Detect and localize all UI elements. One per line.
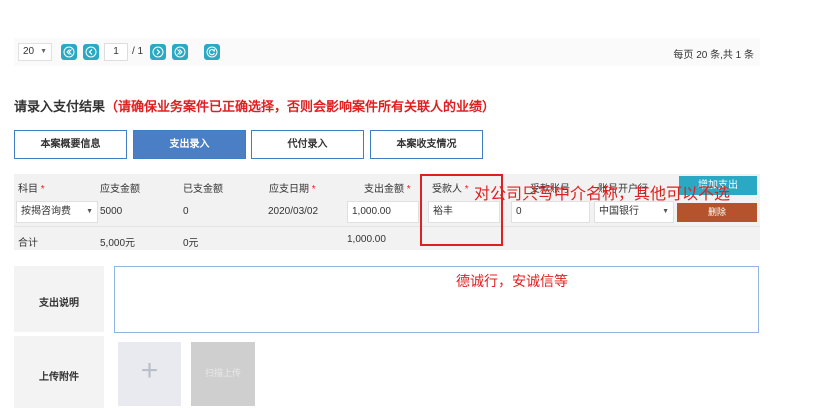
delete-button[interactable]: 删除 — [677, 203, 757, 222]
tab-expense-entry[interactable]: 支出录入 — [133, 130, 246, 159]
pagination-bar: 20 ▼ 1 / 1 每页 20 条,共 1 条 — [14, 38, 760, 66]
col-due-date: 应支日期 * — [269, 184, 316, 195]
total-label: 合计 — [18, 238, 38, 249]
section-title-text: 请录入支付结果 — [14, 99, 106, 114]
first-page-icon — [63, 46, 75, 58]
annotation-note-payee: 对公司只写中介名称，其他可以不选 — [474, 186, 731, 203]
col-amount-label: 支出金额 — [364, 184, 404, 195]
due-date-value: 2020/03/02 — [268, 206, 319, 217]
tab-proxy-payment[interactable]: 代付录入 — [251, 130, 364, 159]
add-attachment-button[interactable]: + — [118, 342, 181, 406]
next-page-icon — [152, 46, 164, 58]
total-amount: 1,000.00 — [347, 234, 386, 245]
amount-input[interactable]: 1,000.00 — [347, 201, 419, 223]
description-label: 支出说明 — [39, 298, 79, 309]
prev-page-button[interactable] — [83, 44, 99, 60]
col-paid: 已支金额 — [183, 184, 223, 195]
account-input[interactable]: 0 — [511, 201, 590, 223]
prev-page-icon — [85, 46, 97, 58]
paid-value: 0 — [183, 206, 189, 217]
payable-value: 5000 — [100, 206, 123, 217]
upload-label: 上传附件 — [39, 372, 79, 383]
col-subject-label: 科目 — [18, 184, 38, 195]
last-page-button[interactable] — [172, 44, 188, 60]
page-size-select[interactable]: 20 ▼ — [18, 43, 52, 61]
first-page-button[interactable] — [61, 44, 77, 60]
bank-value: 中国银行 — [599, 206, 639, 217]
scan-upload-button[interactable]: 扫描上传 — [191, 342, 255, 406]
chevron-down-icon: ▼ — [662, 208, 669, 215]
total-paid: 0元 — [183, 238, 199, 249]
col-due-date-label: 应支日期 — [269, 184, 309, 195]
chevron-down-icon: ▼ — [40, 48, 47, 55]
chevron-down-icon: ▼ — [86, 208, 93, 215]
total-pages: / 1 — [132, 46, 144, 57]
refresh-button[interactable] — [204, 44, 220, 60]
description-textarea[interactable] — [114, 266, 759, 333]
last-page-icon — [174, 46, 186, 58]
current-page-input[interactable]: 1 — [104, 43, 128, 61]
tab-case-summary[interactable]: 本案概要信息 — [14, 130, 127, 159]
col-payable: 应支金额 — [100, 184, 140, 195]
col-amount: 支出金额 * — [364, 184, 411, 195]
total-payable: 5,000元 — [100, 238, 136, 249]
pagination-summary: 每页 20 条,共 1 条 — [673, 50, 754, 61]
bank-select[interactable]: 中国银行 ▼ — [594, 201, 674, 223]
subject-value: 按揭咨询费 — [21, 206, 71, 217]
plus-icon: + — [140, 354, 159, 387]
subject-select[interactable]: 按揭咨询费 ▼ — [16, 201, 98, 223]
refresh-icon — [206, 46, 218, 58]
page-size-value: 20 — [23, 46, 35, 57]
col-subject: 科目 * — [18, 184, 45, 195]
next-page-button[interactable] — [150, 44, 166, 60]
section-title: 请录入支付结果（请确保业务案件已正确选择，否则会影响案件所有关联人的业绩） — [14, 96, 495, 115]
tab-income-expense[interactable]: 本案收支情况 — [370, 130, 483, 159]
annotation-note-examples: 德诚行，安诚信等 — [456, 273, 568, 289]
section-warning: （请确保业务案件已正确选择，否则会影响案件所有关联人的业绩） — [105, 99, 496, 114]
total-row: 合计 5,000元 0元 1,000.00 — [14, 226, 760, 250]
